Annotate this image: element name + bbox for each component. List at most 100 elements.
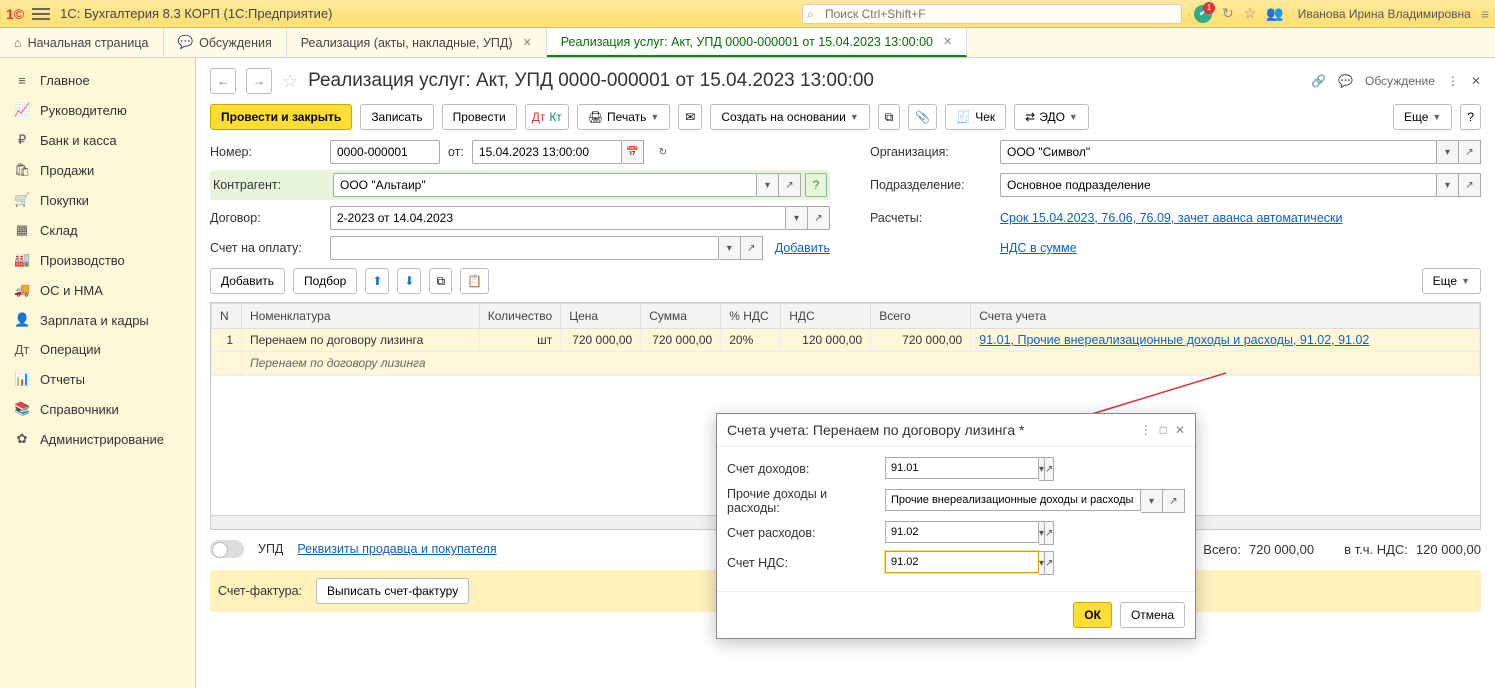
cell-nds[interactable]: 120 000,00 [781,329,871,352]
nds-mode-link[interactable]: НДС в сумме [1000,241,1481,255]
cell-sum[interactable]: 720 000,00 [641,329,721,352]
tab-realizations[interactable]: Реализация (акты, накладные, УПД) ✕ [287,28,547,57]
attach-button[interactable]: 📎 [908,104,937,130]
tab-current-doc[interactable]: Реализация услуг: Акт, УПД 0000-000001 о… [547,28,967,57]
create-based-button[interactable]: Создать на основании▼ [710,104,869,130]
pick-button[interactable]: Подбор [293,268,357,294]
close-icon[interactable]: ✕ [1471,74,1481,88]
calendar-icon[interactable]: 📅 [622,140,644,164]
col-qty[interactable]: Количество [479,304,560,329]
table-row-sub[interactable]: Перенаем по договору лизинга [212,352,1480,375]
open-icon[interactable]: ↗ [1045,551,1054,575]
col-total[interactable]: Всего [871,304,971,329]
discuss-label[interactable]: Обсуждение [1365,74,1435,88]
expense-acc-field[interactable] [885,521,1039,543]
sidebar-item-manager[interactable]: 📈Руководителю [0,95,195,125]
date-field[interactable] [472,140,622,164]
sidebar-item-warehouse[interactable]: ▦Склад [0,215,195,245]
back-button[interactable]: ← [210,68,236,94]
open-icon[interactable]: ↗ [808,206,830,230]
accounts-link[interactable]: 91.01, Прочие внереализационные доходы и… [979,333,1369,347]
col-accounts[interactable]: Счета учета [971,304,1480,329]
col-n[interactable]: N [212,304,242,329]
settings-icon[interactable]: ≡ [1481,6,1489,22]
contract-field[interactable] [330,206,786,230]
number-field[interactable] [330,140,440,164]
help-icon[interactable]: ? [805,173,827,197]
col-nds[interactable]: НДС [781,304,871,329]
invoice-acc-field[interactable] [330,236,719,260]
open-icon[interactable]: ↗ [1045,457,1054,481]
dtkt-button[interactable]: ДтКт [525,104,569,130]
kebab-icon[interactable]: ⋮ [1140,423,1152,437]
org-field[interactable] [1000,140,1437,164]
notifications-icon[interactable]: ✔1 [1194,5,1212,23]
favorite-icon[interactable]: ☆ [282,71,298,92]
cell-total[interactable]: 720 000,00 [871,329,971,352]
open-icon[interactable]: ↗ [1163,489,1185,513]
ok-button[interactable]: ОК [1073,602,1112,628]
nds-acc-field[interactable] [885,551,1039,573]
sidebar-item-operations[interactable]: ДтОперации [0,335,195,364]
star-icon[interactable]: ☆ [1244,5,1257,22]
help-button[interactable]: ? [1460,104,1481,130]
kebab-icon[interactable]: ⋮ [1447,74,1459,88]
upd-toggle[interactable] [210,540,244,558]
col-ndspct[interactable]: % НДС [721,304,781,329]
sidebar-item-directories[interactable]: 📚Справочники [0,394,195,424]
open-icon[interactable]: ↗ [741,236,763,260]
cell-n[interactable]: 1 [212,329,242,352]
open-icon[interactable]: ↗ [1459,140,1481,164]
dropdown-icon[interactable]: ▾ [1141,489,1163,513]
close-icon[interactable]: ✕ [943,35,952,48]
global-search-input[interactable] [802,4,1182,24]
related-button[interactable]: ⧉ [878,104,901,130]
refresh-icon[interactable]: ↻ [652,140,674,164]
cell-nomen[interactable]: Перенаем по договору лизинга [242,329,480,352]
link-icon[interactable]: 🔗 [1311,74,1326,88]
calc-link[interactable]: Срок 15.04.2023, 76.06, 76.09, зачет ава… [1000,211,1481,225]
sidebar-item-sales[interactable]: 🛍Продажи [0,155,195,185]
seller-details-link[interactable]: Реквизиты продавца и покупателя [297,542,496,556]
add-link[interactable]: Добавить [775,241,830,255]
open-icon[interactable]: ↗ [779,173,801,197]
move-down-button[interactable]: ⬇ [397,268,421,294]
sidebar-item-hr[interactable]: 👤Зарплата и кадры [0,305,195,335]
save-button[interactable]: Записать [360,104,433,130]
col-price[interactable]: Цена [561,304,641,329]
close-icon[interactable]: ✕ [523,36,532,49]
dropdown-icon[interactable]: ▾ [786,206,808,230]
paste-button[interactable]: 📋 [460,268,489,294]
move-up-button[interactable]: ⬆ [365,268,389,294]
check-button[interactable]: 🧾Чек [945,104,1006,130]
sidebar-item-reports[interactable]: 📊Отчеты [0,364,195,394]
more-button[interactable]: Еще▼ [1393,104,1452,130]
tab-home[interactable]: ⌂ Начальная страница [0,28,164,57]
dropdown-icon[interactable]: ▾ [757,173,779,197]
table-more-button[interactable]: Еще▼ [1422,268,1481,294]
users-icon[interactable]: 👥 [1266,5,1283,22]
cancel-button[interactable]: Отмена [1120,602,1185,628]
post-close-button[interactable]: Провести и закрыть [210,104,352,130]
sidebar-item-production[interactable]: 🏭Производство [0,245,195,275]
sidebar-item-admin[interactable]: ✿Администрирование [0,424,195,454]
cell-accounts[interactable]: 91.01, Прочие внереализационные доходы и… [971,329,1480,352]
other-inc-field[interactable] [885,489,1141,511]
forward-button[interactable]: → [246,68,272,94]
edo-button[interactable]: ⇄ЭДО▼ [1014,104,1089,130]
col-sum[interactable]: Сумма [641,304,721,329]
discuss-icon[interactable]: 💬 [1338,74,1353,88]
sidebar-item-bank[interactable]: ₽Банк и касса [0,125,195,155]
sidebar-item-purchases[interactable]: 🛒Покупки [0,185,195,215]
table-row[interactable]: 1 Перенаем по договору лизинга шт 720 00… [212,329,1480,352]
close-icon[interactable]: ✕ [1175,423,1185,437]
maximize-icon[interactable]: □ [1160,423,1167,437]
copy-button[interactable]: ⧉ [429,268,452,294]
print-button[interactable]: 🖨Печать▼ [577,104,670,130]
sidebar-item-assets[interactable]: 🚚ОС и НМА [0,275,195,305]
division-field[interactable] [1000,173,1437,197]
dropdown-icon[interactable]: ▾ [1437,173,1459,197]
post-button[interactable]: Провести [442,104,517,130]
open-icon[interactable]: ↗ [1459,173,1481,197]
sidebar-item-main[interactable]: ≡Главное [0,66,195,95]
